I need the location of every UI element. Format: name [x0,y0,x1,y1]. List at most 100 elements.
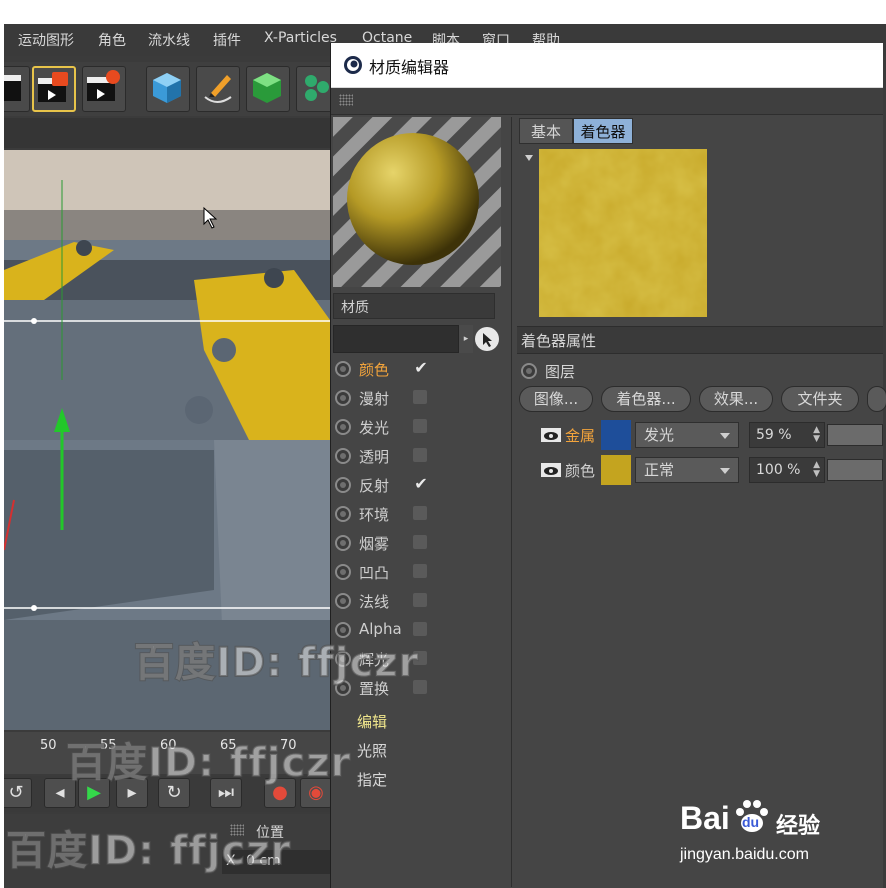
channel-environment[interactable]: 环境 [333,502,503,528]
layer-thumbnail[interactable] [601,455,631,485]
channel-radio[interactable] [335,477,351,493]
panel-divider[interactable] [511,117,512,887]
field-arrow-icon[interactable]: ▸ [459,325,473,353]
timeline-tick: 50 [40,738,57,753]
channel-transparency[interactable]: 透明 [333,444,503,470]
blend-mode-value: 正常 [644,461,675,479]
channel-label: 烟雾 [359,535,390,553]
go-to-previous-key-button[interactable]: ↺ [4,778,32,808]
channel-label: 发光 [359,419,390,437]
layer-radio-label: 图层 [545,363,576,381]
layer-thumbnail[interactable] [601,420,631,450]
channel-color[interactable]: 颜色 ✔ [333,357,503,383]
channel-label: 颜色 [359,361,390,379]
channel-radio[interactable] [335,419,351,435]
visibility-eye-icon[interactable] [541,463,561,477]
layer-radio-row[interactable]: 图层 [519,359,689,383]
checkmark-icon[interactable]: ✔ [413,360,429,376]
menu-pipeline[interactable]: 流水线 [148,30,190,50]
opacity-slider[interactable] [827,459,883,481]
chevron-down-icon [720,433,730,439]
channel-fog[interactable]: 烟雾 [333,531,503,557]
channel-checkbox[interactable] [413,593,427,607]
menu-x-particles[interactable]: X-Particles [264,30,337,46]
folder-button[interactable]: 文件夹 [781,386,859,412]
channel-normal[interactable]: 法线 [333,589,503,615]
blend-mode-dropdown[interactable]: 发光 [635,422,739,448]
visibility-eye-icon[interactable] [541,428,561,442]
chevron-down-icon [720,468,730,474]
baidu-id-watermark: 百度ID: ffjczr [5,827,292,875]
editor-toolbar-strip [331,88,883,115]
shader-properties-header: 着色器属性 [517,326,883,354]
layer-row-metal[interactable]: 金属 发光 59 % ▲ ▼ [517,420,883,452]
opacity-value: 100 % [756,462,801,478]
channel-label: 透明 [359,448,390,466]
channel-label: 反射 [359,477,390,495]
checkmark-icon[interactable]: ✔ [413,476,429,492]
opacity-field[interactable]: 100 % ▲ ▼ [749,457,825,483]
section-title: 着色器属性 [521,332,597,350]
channel-checkbox[interactable] [413,419,427,433]
opacity-field[interactable]: 59 % ▲ ▼ [749,422,825,448]
channel-radio[interactable] [335,390,351,406]
channel-reflectance[interactable]: 反射 ✔ [333,473,503,499]
blend-mode-dropdown[interactable]: 正常 [635,457,739,483]
render-view-button[interactable] [4,66,30,112]
collapse-triangle-icon[interactable] [525,155,533,161]
channel-diffusion[interactable]: 漫射 [333,386,503,412]
tab-basic[interactable]: 基本 [519,118,573,144]
material-search-field[interactable] [333,325,459,353]
render-picture-viewer-button[interactable] [32,66,76,112]
channel-checkbox[interactable] [413,535,427,549]
pen-tool-button[interactable] [196,66,240,112]
more-button[interactable] [867,386,886,412]
channel-radio[interactable] [335,564,351,580]
section-assignment[interactable]: 指定 [357,769,387,790]
cube-tool-button[interactable] [146,66,190,112]
image-button[interactable]: 图像... [519,386,593,412]
channel-checkbox[interactable] [413,448,427,462]
menu-character[interactable]: 角色 [98,30,126,50]
blend-mode-value: 发光 [644,426,675,444]
spinner-icon[interactable]: ▲ ▼ [813,461,820,479]
opacity-slider[interactable] [827,424,883,446]
layer-name: 金属 [565,427,596,445]
baidu-logo-text: Bai [680,800,730,836]
channel-checkbox[interactable] [413,506,427,520]
panel-grip-icon[interactable] [339,94,353,106]
channel-checkbox[interactable] [413,390,427,404]
channel-luminance[interactable]: 发光 [333,415,503,441]
effect-button[interactable]: 效果... [699,386,773,412]
material-name-field[interactable]: 材质 [333,293,495,319]
channel-radio[interactable] [335,506,351,522]
channel-radio[interactable] [335,535,351,551]
menu-plugins[interactable]: 插件 [213,30,241,50]
channel-radio[interactable] [335,448,351,464]
material-preview[interactable] [333,117,501,287]
channel-bump[interactable]: 凹凸 [333,560,503,586]
section-illumination[interactable]: 光照 [357,740,387,761]
layer-row-color[interactable]: 颜色 正常 100 % ▲ ▼ [517,455,883,487]
viewport-header [4,118,334,148]
material-editor-titlebar[interactable]: 材质编辑器 [331,43,883,88]
render-settings-button[interactable] [82,66,126,112]
layer-radio[interactable] [521,363,537,379]
menu-mograph[interactable]: 运动图形 [18,30,74,50]
subdivision-tool-button[interactable] [246,66,290,112]
baidu-jingyan-text: 经验 [776,814,821,839]
channel-label: 法线 [359,593,390,611]
spinner-icon[interactable]: ▲ ▼ [813,426,820,444]
cinema4d-logo-icon [344,56,362,74]
tab-shader[interactable]: 着色器 [573,118,633,144]
pick-material-button[interactable] [475,327,499,351]
cursor-pick-icon [483,333,492,347]
baidu-url-text: jingyan.baidu.com [680,846,809,863]
channel-radio[interactable] [335,593,351,609]
channel-radio[interactable] [335,361,351,377]
shader-button[interactable]: 着色器... [601,386,691,412]
section-editor[interactable]: 编辑 [357,711,387,732]
channel-checkbox[interactable] [413,564,427,578]
channel-label: 环境 [359,506,390,524]
baidu-id-watermark: 百度ID: ffjczr [133,639,420,687]
